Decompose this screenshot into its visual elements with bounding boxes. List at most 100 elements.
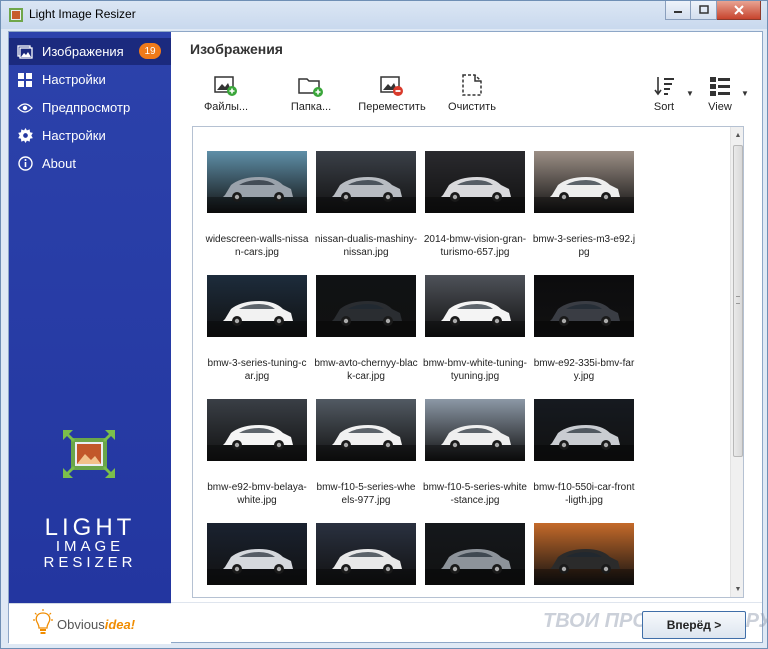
scrollbar-thumb[interactable] — [733, 145, 743, 457]
image-tile[interactable] — [314, 523, 418, 597]
add-files-button[interactable]: Файлы... — [200, 67, 252, 119]
image-tile[interactable]: bmw-3-series-tuning-car.jpg — [205, 275, 309, 395]
add-folder-icon — [298, 78, 323, 97]
sidebar-item-settings-2[interactable]: Настройки — [9, 122, 171, 149]
lightbulb-icon — [33, 609, 53, 634]
brand-wordmark-resizer: RESIZER — [43, 554, 137, 571]
image-thumbnail — [425, 275, 525, 337]
image-tile[interactable]: bmw-f10-550i-car-front-ligth.jpg — [532, 399, 636, 519]
image-filename: widescreen-walls-nissan-cars.jpg — [205, 234, 309, 258]
view-button[interactable]: View — [704, 67, 736, 119]
add-folder-button[interactable]: Папка... — [283, 67, 339, 119]
sidebar-item-label: Изображения — [42, 44, 124, 59]
sidebar-item-images[interactable]: Изображения 19 — [9, 38, 171, 65]
window-title: Light Image Resizer — [29, 7, 136, 21]
image-tile[interactable]: bmw-f10-5-series-white-stance.jpg — [423, 399, 527, 519]
image-tile[interactable]: bmw-bmv-white-tuning-tyuning.jpg — [423, 275, 527, 395]
image-thumbnail — [534, 151, 634, 213]
image-tile[interactable]: bmw-e92-bmv-belaya-white.jpg — [205, 399, 309, 519]
image-tile[interactable]: bmw-3-series-m3-e92.jpg — [532, 151, 636, 271]
image-tile[interactable] — [532, 523, 636, 597]
image-filename: bmw-f10-5-series-wheels-977.jpg — [316, 482, 416, 506]
page-title: Изображения — [190, 41, 283, 57]
client-area: Изображения 19 Настройки Предпросмотр На… — [8, 31, 768, 644]
eye-icon — [17, 100, 33, 116]
image-filename: nissan-dualis-mashiny-nissan.jpg — [314, 234, 418, 258]
minimize-icon — [674, 11, 682, 13]
image-thumbnail — [316, 151, 416, 213]
image-tile[interactable]: widescreen-walls-nissan-cars.jpg — [205, 151, 309, 271]
image-thumbnail — [207, 523, 307, 585]
image-thumbnail — [534, 523, 634, 585]
view-label: View — [708, 101, 732, 113]
sidebar-item-settings-1[interactable]: Настройки — [9, 66, 171, 93]
sidebar-item-label: Настройки — [42, 128, 106, 143]
minimize-button[interactable] — [665, 1, 691, 20]
footer-divider — [171, 602, 762, 603]
image-thumbnail — [316, 523, 416, 585]
title-bar[interactable]: Light Image Resizer — [1, 1, 767, 29]
move-button[interactable]: Переместить — [358, 67, 426, 119]
info-icon — [17, 156, 33, 172]
image-filename: bmw-3-series-m3-e92.jpg — [532, 234, 636, 258]
image-tile[interactable]: bmw-f10-5-series-wheels-977.jpg — [314, 399, 418, 519]
sidebar-item-label: Настройки — [42, 72, 106, 87]
move-label: Переместить — [358, 101, 426, 113]
scrollbar-grip — [736, 296, 740, 304]
publisher-name: Obviousidea! — [57, 617, 136, 632]
image-filename: bmw-f10-550i-car-front-ligth.jpg — [533, 482, 635, 506]
remove-image-icon — [380, 76, 403, 96]
app-icon — [9, 8, 23, 22]
scroll-up-button[interactable]: ▲ — [731, 127, 743, 143]
app-logo-icon — [63, 430, 115, 478]
image-thumbnail — [425, 399, 525, 461]
close-button[interactable] — [717, 1, 761, 20]
vertical-scrollbar[interactable]: ▲ ▼ — [730, 127, 743, 597]
image-thumbnail — [316, 399, 416, 461]
sort-icon — [654, 77, 674, 96]
image-filename: bmw-bmv-white-tuning-tyuning.jpg — [423, 358, 527, 382]
scroll-down-button[interactable]: ▼ — [731, 581, 743, 597]
image-count-badge: 19 — [139, 43, 161, 59]
image-filename: bmw-3-series-tuning-car.jpg — [207, 358, 307, 382]
next-button[interactable]: Вперёд > — [642, 611, 746, 639]
image-thumbnail — [425, 151, 525, 213]
image-filename: bmw-avto-chernyy-black-car.jpg — [314, 358, 418, 382]
maximize-button[interactable] — [691, 1, 717, 20]
image-tile[interactable] — [205, 523, 309, 597]
publisher-logo[interactable]: Obviousidea! — [9, 603, 171, 644]
sidebar-item-label: Предпросмотр — [42, 100, 131, 115]
image-grid[interactable]: widescreen-walls-nissan-cars.jpg nissan-d… — [192, 126, 744, 598]
image-thumbnail — [207, 399, 307, 461]
image-filename: bmw-e92-bmv-belaya-white.jpg — [207, 482, 307, 506]
sort-dropdown-icon[interactable]: ▼ — [686, 89, 694, 98]
view-dropdown-icon[interactable]: ▼ — [741, 89, 749, 98]
sort-button[interactable]: Sort — [648, 67, 680, 119]
window-controls — [665, 1, 761, 21]
view-list-icon — [710, 77, 730, 96]
grid-icon — [17, 72, 33, 88]
add-folder-label: Папка... — [290, 101, 332, 113]
image-tile[interactable]: bmw-e92-335i-bmv-fary.jpg — [532, 275, 636, 395]
image-thumbnail — [425, 523, 525, 585]
image-filename: bmw-f10-5-series-white-stance.jpg — [423, 482, 527, 506]
image-tile[interactable]: bmw-avto-chernyy-black-car.jpg — [314, 275, 418, 395]
toolbar: Файлы... Папка... Переместить Очистить S… — [190, 67, 750, 123]
clear-button[interactable]: Очистить — [444, 67, 500, 119]
sidebar-item-preview[interactable]: Предпросмотр — [9, 94, 171, 121]
image-filename: 2014-bmw-vision-gran-turismo-657.jpg — [423, 234, 527, 258]
gear-icon — [17, 128, 33, 144]
image-tile[interactable]: 2014-bmw-vision-gran-turismo-657.jpg — [423, 151, 527, 271]
sidebar-item-label: About — [42, 156, 76, 171]
sidebar-item-about[interactable]: About — [9, 150, 171, 177]
brand-wordmark-image: IMAGE — [55, 538, 125, 555]
image-tile[interactable]: nissan-dualis-mashiny-nissan.jpg — [314, 151, 418, 271]
image-tile[interactable] — [423, 523, 527, 597]
images-icon — [17, 44, 33, 60]
image-thumbnail — [316, 275, 416, 337]
sort-label: Sort — [653, 101, 675, 113]
app-window: Light Image Resizer Изображения 19 Настр… — [0, 0, 768, 649]
add-image-icon — [214, 76, 237, 96]
image-filename: bmw-e92-335i-bmv-fary.jpg — [533, 358, 635, 382]
clear-list-icon — [462, 74, 482, 96]
